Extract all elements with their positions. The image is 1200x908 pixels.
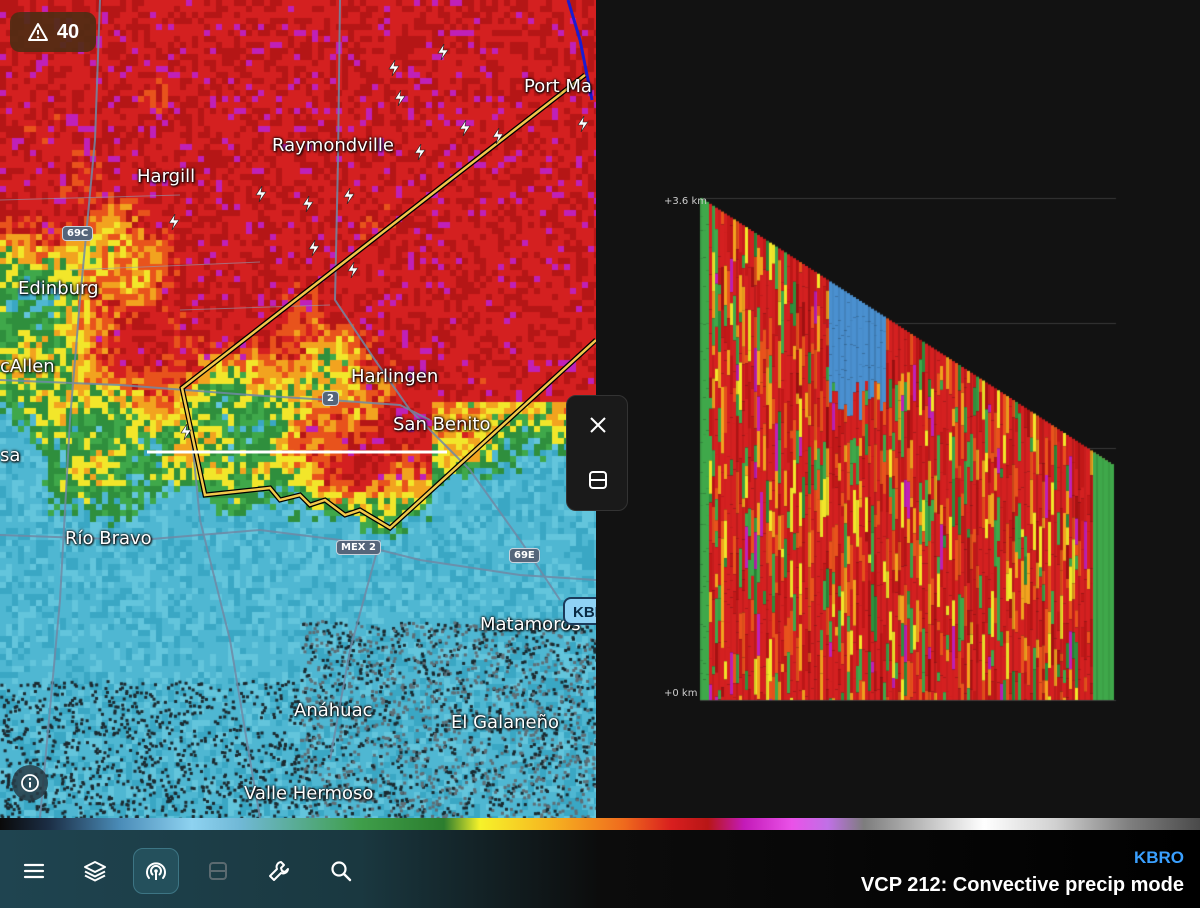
city-label: cAllen [0, 356, 55, 377]
reflectivity-color-scale [0, 818, 1200, 830]
radar-button[interactable] [133, 848, 179, 894]
city-label: Río Bravo [65, 528, 152, 549]
lightning-icon [414, 144, 426, 160]
lightning-icon [255, 186, 267, 202]
city-label: Raymondville [272, 135, 394, 156]
lightning-icon [437, 44, 449, 60]
lightning-icon [347, 262, 359, 278]
lightning-icon [180, 424, 192, 440]
info-button[interactable] [12, 765, 48, 801]
menu-button[interactable] [11, 848, 57, 894]
lightning-icon [343, 188, 355, 204]
radar-site-marker[interactable]: KBR [563, 597, 596, 625]
close-icon [590, 417, 606, 433]
lightning-icon [394, 90, 406, 106]
highway-shield: 69E [509, 548, 540, 563]
city-label: Anáhuac [294, 700, 373, 721]
city-label: sa [0, 445, 21, 466]
cross-section-panel: +3.6 km +0 km [596, 0, 1200, 818]
city-label: San Benito [393, 414, 491, 435]
split-view-button[interactable] [582, 464, 614, 496]
menu-icon [23, 863, 45, 879]
highway-shield: 69C [62, 226, 94, 241]
lightning-icon [577, 116, 589, 132]
lightning-icon [388, 60, 400, 76]
search-icon [331, 861, 352, 882]
highway-shield: 2 [322, 391, 339, 406]
layers-button[interactable] [72, 848, 118, 894]
cross-section-controls [566, 395, 628, 511]
roads [0, 0, 596, 818]
map-overlay [0, 0, 596, 818]
altitude-top-label: +3.6 km [664, 196, 707, 207]
station-code: KBRO [1133, 848, 1184, 867]
radar-map[interactable]: Port Ma Raymondville Hargill Edinburg cA… [0, 0, 596, 818]
city-label: Harlingen [351, 366, 439, 387]
lightning-icon [308, 240, 320, 256]
lightning-icon [459, 120, 471, 136]
bottom-toolbar: KBRO VCP 212: Convective precip mode [0, 830, 1200, 908]
search-button[interactable] [318, 848, 364, 894]
info-icon [21, 774, 39, 792]
lightning-icon [302, 196, 314, 212]
wrench-icon [269, 861, 289, 881]
city-label: Hargill [137, 166, 196, 187]
tools-button[interactable] [256, 848, 302, 894]
lightning-icon [168, 214, 180, 230]
alert-count: 40 [56, 20, 80, 43]
lightning-icon [492, 128, 504, 144]
city-label: Valle Hermoso [244, 783, 374, 804]
split-view-toolbar-button[interactable] [195, 848, 241, 894]
altitude-bottom-label: +0 km [664, 688, 698, 699]
radar-icon [146, 862, 166, 880]
warning-triangle-icon [27, 23, 48, 41]
city-label: El Galaneño [451, 712, 560, 733]
city-label: Edinburg [18, 278, 99, 299]
vcp-mode-label: VCP 212: Convective precip mode [860, 874, 1184, 896]
split-view-icon [209, 862, 227, 880]
alerts-button[interactable]: 40 [10, 12, 96, 52]
layers-icon [84, 861, 106, 882]
close-cross-section-button[interactable] [582, 409, 614, 441]
split-view-icon [589, 471, 607, 489]
highway-shield: MEX 2 [336, 540, 381, 555]
city-label: Port Ma [524, 76, 592, 97]
